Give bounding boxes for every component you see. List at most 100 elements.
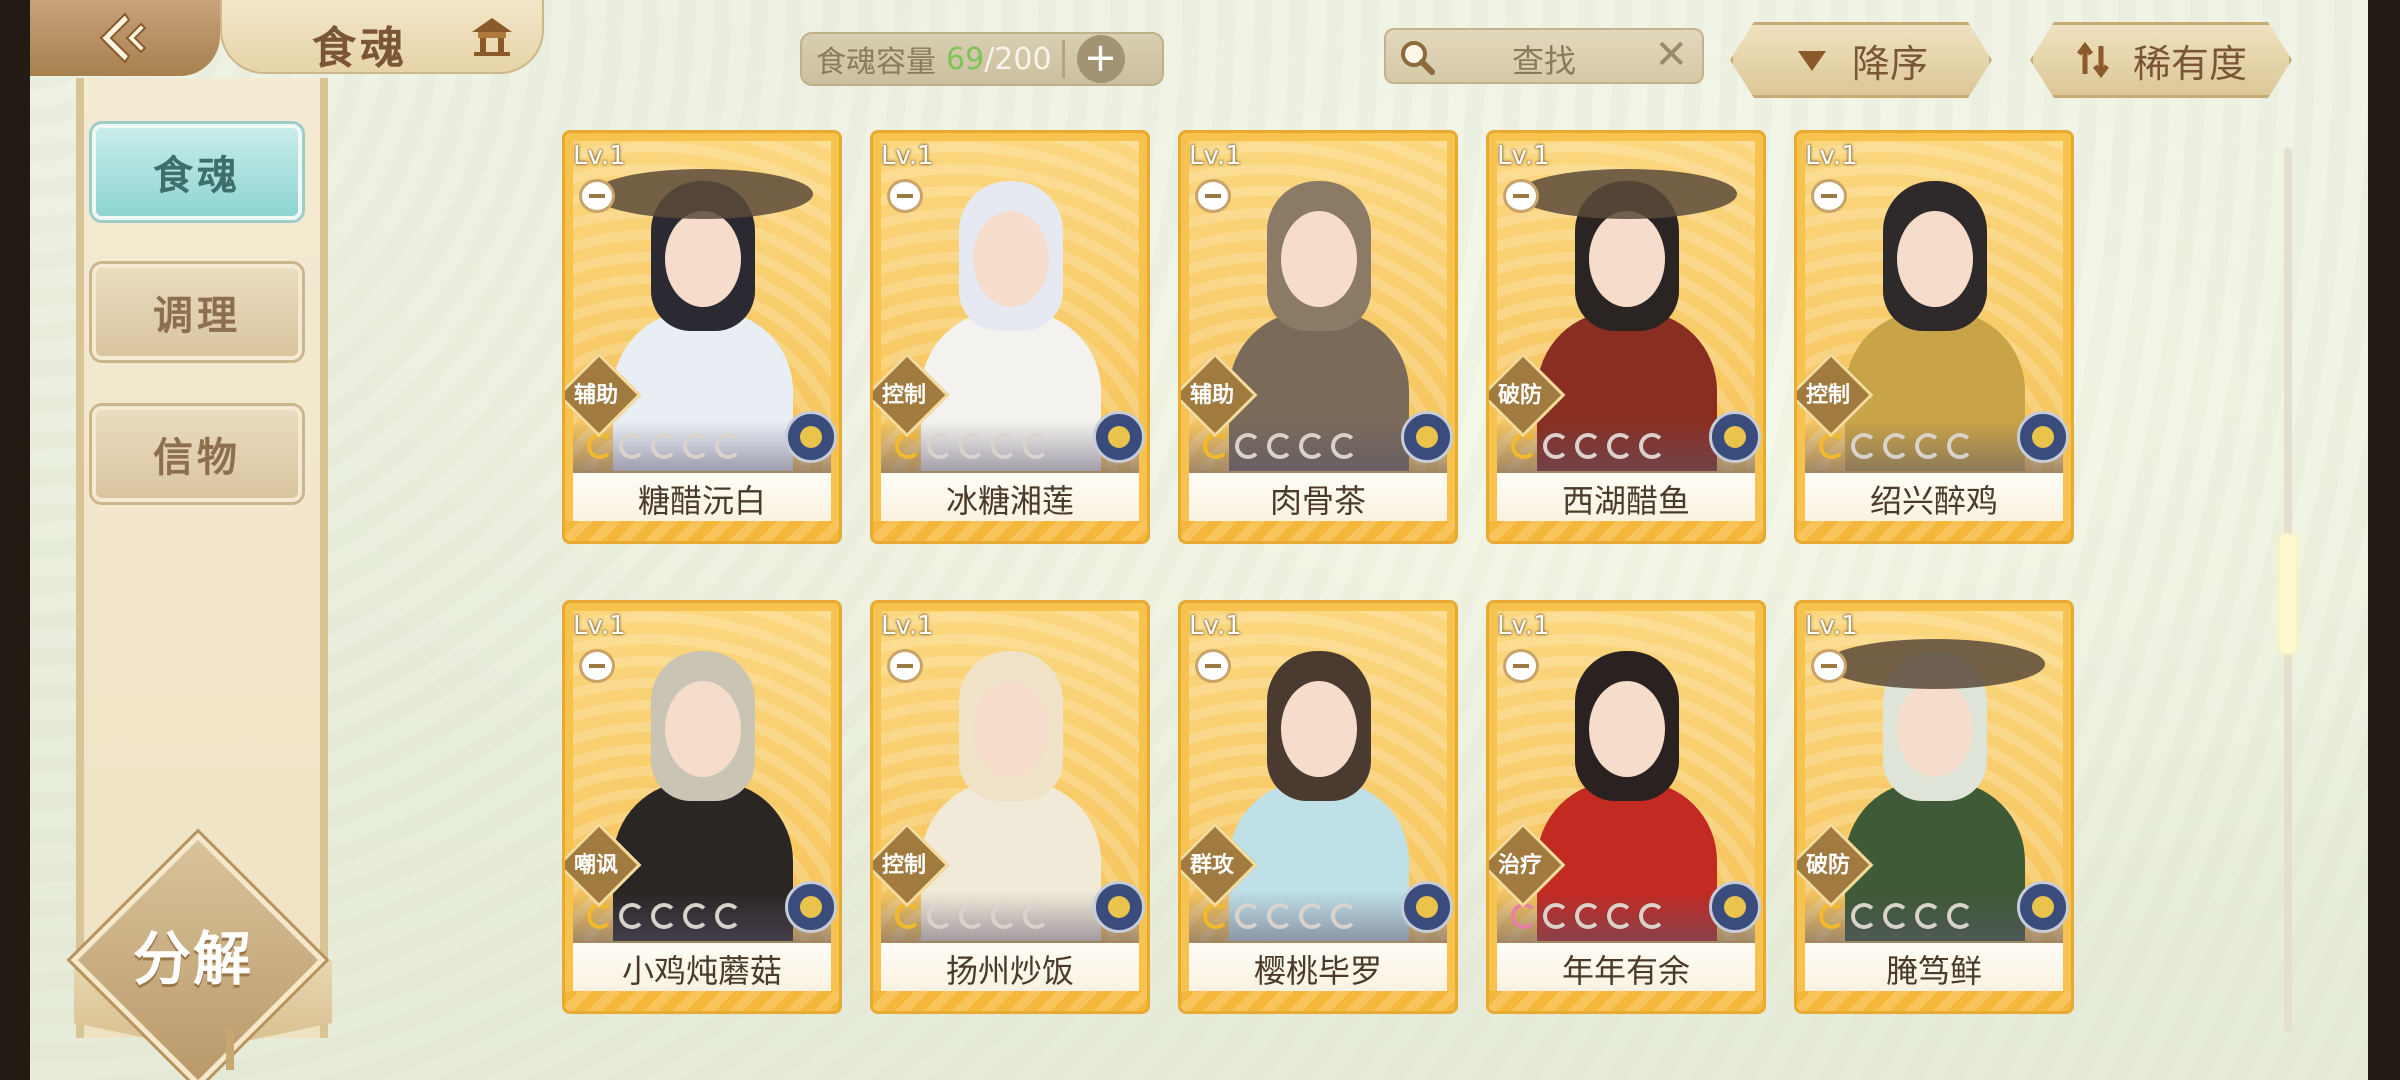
triangle-down-icon	[1794, 45, 1830, 75]
rank-dot	[1575, 433, 1601, 459]
scrollbar-thumb[interactable]	[2280, 534, 2296, 654]
food-soul-card[interactable]: Lv.1 控制 冰糖湘莲	[870, 130, 1150, 544]
role-label: 群攻	[1189, 853, 1234, 878]
character-hat	[593, 169, 813, 219]
search-box[interactable]: 查找 ✕	[1384, 28, 1704, 84]
lock-icon[interactable]	[1811, 649, 1847, 683]
rank-dot	[1915, 903, 1941, 929]
element-icon	[785, 881, 837, 933]
role-label: 辅助	[573, 383, 618, 408]
decompose-label: 分解	[132, 925, 253, 993]
rank-dot	[715, 903, 741, 929]
rank-dot	[1203, 903, 1229, 929]
character-face	[1897, 211, 1973, 307]
card-name: 西湖醋鱼	[1497, 473, 1755, 525]
food-soul-card[interactable]: Lv.1 治疗 年年有余	[1486, 600, 1766, 1014]
card-footer	[565, 991, 839, 1011]
rank-dots	[1819, 433, 1973, 459]
rank-dot	[1851, 903, 1877, 929]
food-soul-card[interactable]: Lv.1 破防 西湖醋鱼	[1486, 130, 1766, 544]
rank-dots	[587, 433, 741, 459]
card-name: 年年有余	[1497, 943, 1755, 995]
rank-dot	[1331, 433, 1357, 459]
sort-rarity-button[interactable]: 稀有度	[2030, 22, 2292, 98]
close-icon[interactable]: ✕	[1654, 32, 1688, 78]
plus-icon[interactable]: +	[1076, 35, 1125, 83]
tab-token[interactable]: 信物	[92, 406, 302, 502]
card-footer	[1181, 521, 1455, 541]
tassel-ornament	[226, 1030, 234, 1070]
food-soul-card[interactable]: Lv.1 控制 绍兴醉鸡	[1794, 130, 2074, 544]
rank-dot	[1299, 903, 1325, 929]
lock-icon[interactable]	[579, 179, 615, 213]
food-soul-card[interactable]: Lv.1 辅助 糖醋沅白	[562, 130, 842, 544]
capacity-count: 69	[946, 41, 985, 77]
role-label: 嘲讽	[573, 853, 618, 878]
lock-icon[interactable]	[579, 649, 615, 683]
role-label: 破防	[1497, 383, 1542, 408]
rank-dot	[651, 433, 677, 459]
element-icon	[2017, 881, 2069, 933]
pavilion-icon[interactable]	[468, 14, 516, 58]
rank-dot	[1267, 433, 1293, 459]
rank-dot	[895, 433, 921, 459]
rank-dot	[1819, 903, 1845, 929]
capacity-max: /200	[984, 41, 1052, 77]
food-soul-card[interactable]: Lv.1 嘲讽 小鸡炖蘑菇	[562, 600, 842, 1014]
level-label: Lv.1	[573, 141, 626, 171]
tab-food-soul[interactable]: 食魂	[92, 124, 302, 220]
food-soul-card[interactable]: Lv.1 控制 扬州炒饭	[870, 600, 1150, 1014]
card-footer	[1489, 521, 1763, 541]
element-icon	[1093, 881, 1145, 933]
rank-dot	[1575, 903, 1601, 929]
role-label: 破防	[1805, 853, 1850, 878]
lock-icon[interactable]	[887, 649, 923, 683]
rank-dot	[1235, 433, 1261, 459]
rank-dot	[587, 903, 613, 929]
character-face	[1897, 681, 1973, 777]
rank-dot	[1543, 903, 1569, 929]
lock-icon[interactable]	[1195, 649, 1231, 683]
role-label: 治疗	[1497, 853, 1542, 878]
food-soul-card[interactable]: Lv.1 破防 腌笃鲜	[1794, 600, 2074, 1014]
character-hat	[1825, 639, 2045, 689]
sort-rarity-label: 稀有度	[2132, 41, 2247, 86]
character-face	[1589, 211, 1665, 307]
card-footer	[1797, 991, 2071, 1011]
card-footer	[1797, 521, 2071, 541]
element-icon	[2017, 411, 2069, 463]
rank-dot	[927, 903, 953, 929]
rank-dot	[1267, 903, 1293, 929]
lock-icon[interactable]	[887, 179, 923, 213]
lock-icon[interactable]	[1503, 649, 1539, 683]
back-button[interactable]	[30, 0, 220, 76]
tab-conditioning[interactable]: 调理	[92, 264, 302, 360]
card-name: 绍兴醉鸡	[1805, 473, 2063, 525]
sort-order-button[interactable]: 降序	[1730, 22, 1992, 98]
character-face	[1589, 681, 1665, 777]
level-label: Lv.1	[1497, 141, 1550, 171]
rank-dot	[927, 433, 953, 459]
level-label: Lv.1	[1497, 611, 1550, 641]
lock-icon[interactable]	[1811, 179, 1847, 213]
rank-dot	[1023, 433, 1049, 459]
card-name: 糖醋沅白	[573, 473, 831, 525]
rank-dots	[1511, 903, 1665, 929]
level-label: Lv.1	[1805, 611, 1858, 641]
character-face	[1281, 211, 1357, 307]
capacity-bar: 食魂容量 69 /200 +	[800, 32, 1164, 86]
lock-icon[interactable]	[1195, 179, 1231, 213]
character-hat	[1517, 169, 1737, 219]
food-soul-card[interactable]: Lv.1 辅助 肉骨茶	[1178, 130, 1458, 544]
tab-label: 食魂	[153, 153, 241, 199]
level-label: Lv.1	[573, 611, 626, 641]
card-name: 扬州炒饭	[881, 943, 1139, 995]
food-soul-card[interactable]: Lv.1 群攻 樱桃毕罗	[1178, 600, 1458, 1014]
element-icon	[1709, 881, 1761, 933]
rank-dot	[587, 433, 613, 459]
rank-dot	[1235, 903, 1261, 929]
card-footer	[873, 521, 1147, 541]
rank-dot	[1607, 903, 1633, 929]
lock-icon[interactable]	[1503, 179, 1539, 213]
rank-dot	[1947, 433, 1973, 459]
